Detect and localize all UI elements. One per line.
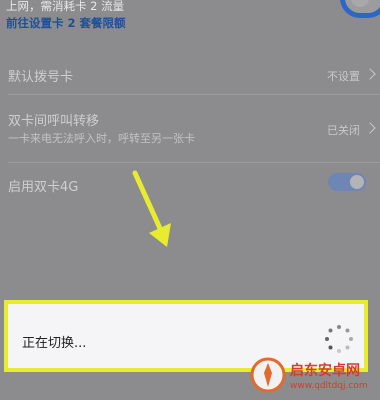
default-dial-row[interactable]: 默认拨号卡 不设置 <box>0 60 380 90</box>
call-forward-value: 已关闭 <box>327 124 360 137</box>
default-dial-label: 默认拨号卡 <box>8 70 74 85</box>
watermark-title: 启东安卓网 <box>290 363 360 379</box>
call-forward-label: 双卡间呼叫转移 <box>8 114 100 129</box>
call-forward-row[interactable]: 双卡间呼叫转移 一卡来电无法呼入时，呼转至另一张卡 已关闭 <box>0 106 380 156</box>
mobile-data-toggle[interactable] <box>340 0 380 18</box>
default-dial-value: 不设置 <box>327 70 360 83</box>
chevron-right-icon <box>364 68 376 80</box>
divider <box>8 94 380 95</box>
dual-4g-toggle[interactable] <box>328 173 366 191</box>
set-card2-limit-link[interactable]: 前往设置卡 2 套餐限额 <box>6 15 126 31</box>
watermark-url: www.qdltdqj.com <box>290 381 368 391</box>
dual-4g-label: 启用双卡4G <box>8 180 79 195</box>
divider <box>8 162 380 163</box>
yellow-arrow-annotation <box>132 170 171 247</box>
settings-screen: 上网，需消耗卡 2 流量 前往设置卡 2 套餐限额 默认拨号卡 不设置 双卡间呼… <box>0 0 380 400</box>
loading-spinner-icon <box>325 325 353 353</box>
watermark-logo-icon <box>250 357 286 393</box>
data-usage-description: 上网，需消耗卡 2 流量 <box>6 0 125 13</box>
chevron-right-icon <box>364 122 376 134</box>
switching-message: 正在切换... <box>22 336 87 351</box>
toggle-knob <box>350 175 364 189</box>
call-forward-subtitle: 一卡来电无法呼入时，呼转至另一张卡 <box>8 132 195 145</box>
